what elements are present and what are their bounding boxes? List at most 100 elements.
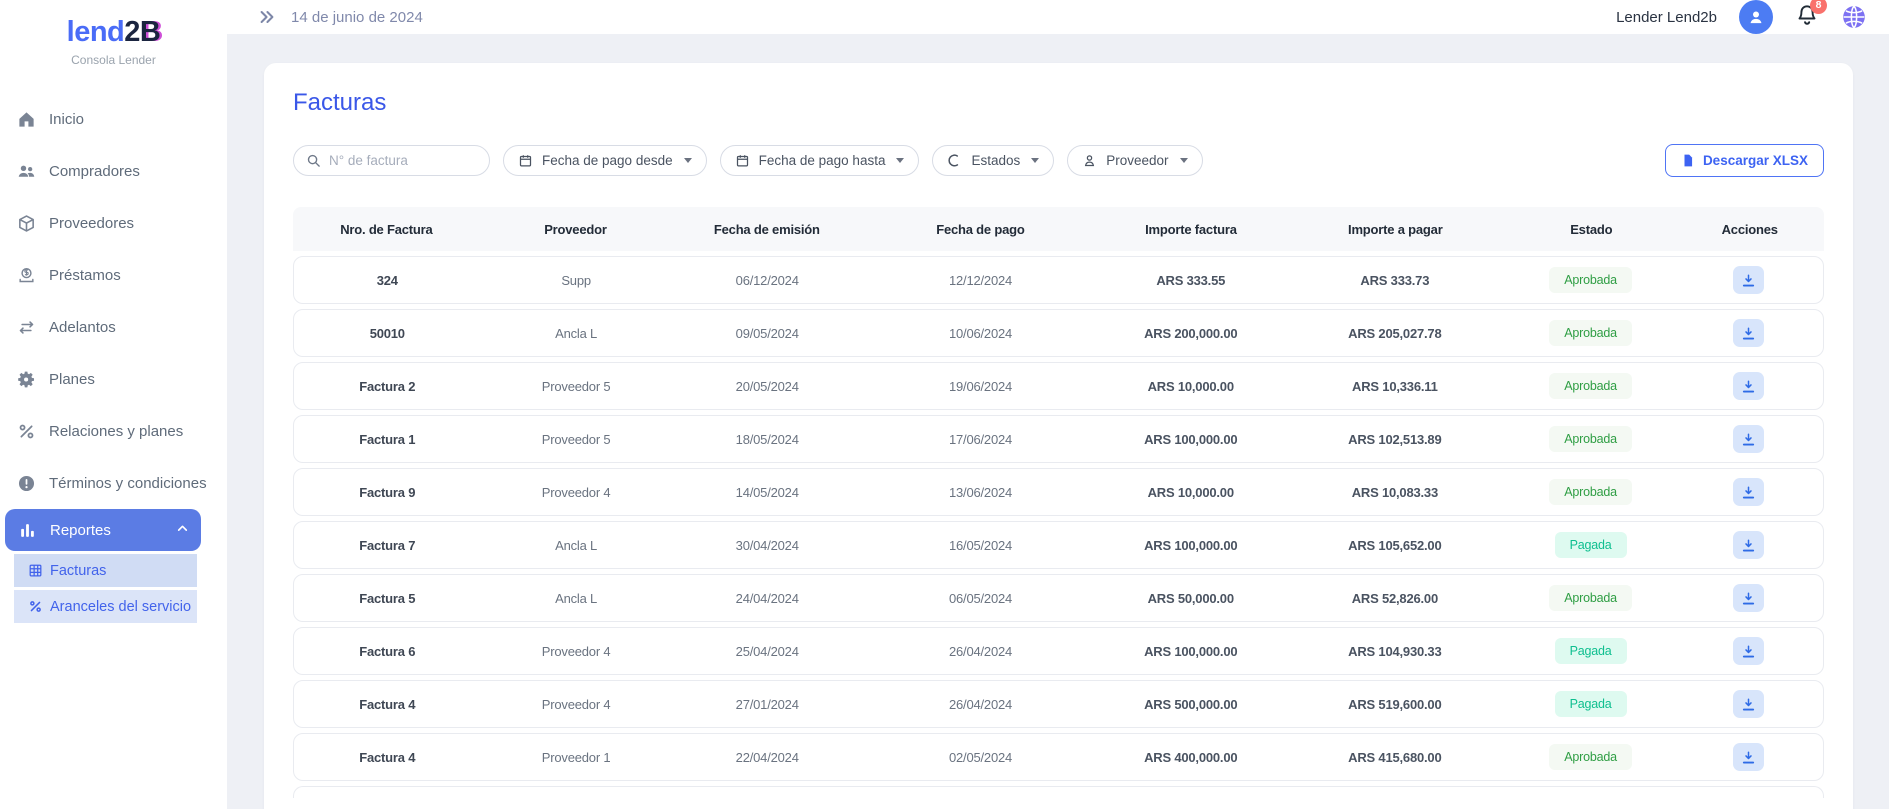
page-title: Facturas: [293, 89, 1824, 117]
current-date: 14 de junio de 2024: [291, 9, 423, 26]
cell-provider: Ancla L: [481, 591, 672, 606]
cell-invoice-number: Factura 5: [294, 591, 481, 606]
cell-provider: Proveedor 4: [481, 485, 672, 500]
download-icon: [1741, 432, 1756, 447]
table-row[interactable]: Factura 4 Proveedor 4 27/01/2024 26/04/2…: [293, 680, 1824, 728]
brand-subtitle: Consola Lender: [0, 53, 227, 67]
cell-provider: Proveedor 1: [481, 750, 672, 765]
plans-icon: [16, 369, 36, 389]
cell-invoice-number: Factura 9: [294, 485, 481, 500]
cell-pay-amount: ARS 102,513.89: [1283, 432, 1506, 447]
suppliers-icon: [16, 213, 36, 233]
user-name: Lender Lend2b: [1616, 9, 1717, 26]
filter-fecha-de-pago-desde[interactable]: Fecha de pago desde: [503, 145, 707, 176]
main-area: Facturas Fecha de pago desde: [227, 34, 1889, 809]
status-badge: Aprobada: [1549, 585, 1632, 611]
sidebar-item-t-rminos-y-condiciones[interactable]: Términos y condiciones: [0, 457, 227, 509]
download-row-button[interactable]: [1733, 743, 1764, 771]
sidebar-item-compradores[interactable]: Compradores: [0, 145, 227, 197]
cell-issue-date: 20/05/2024: [672, 379, 863, 394]
status-circle-icon: [947, 153, 962, 168]
download-row-button[interactable]: [1733, 319, 1764, 347]
buyers-icon: [16, 161, 36, 181]
column-header-1: Nro. de Factura: [293, 222, 480, 237]
column-header-2: Proveedor: [480, 222, 671, 237]
file-icon: [1681, 153, 1695, 168]
download-row-button[interactable]: [1733, 531, 1764, 559]
table-row[interactable]: Factura 5 Ancla L 24/04/2024 06/05/2024 …: [293, 574, 1824, 622]
brand-logo: lend2B Consola Lender: [0, 12, 227, 67]
cell-invoice-amount: ARS 100,000.00: [1098, 432, 1283, 447]
download-row-button[interactable]: [1733, 266, 1764, 294]
search-input[interactable]: [329, 153, 477, 168]
filter-fecha-de-pago-hasta[interactable]: Fecha de pago hasta: [720, 145, 920, 176]
download-row-button[interactable]: [1733, 637, 1764, 665]
filter-proveedor[interactable]: Proveedor: [1067, 145, 1202, 176]
table-row[interactable]: Factura 4 Proveedor 1 22/04/2024 02/05/2…: [293, 733, 1824, 781]
status-badge: Pagada: [1555, 638, 1627, 664]
table-row[interactable]: Factura 6 Proveedor 4 25/04/2024 26/04/2…: [293, 627, 1824, 675]
download-row-button[interactable]: [1733, 372, 1764, 400]
table-row[interactable]: Factura 9 Proveedor 4 14/05/2024 13/06/2…: [293, 468, 1824, 516]
cell-pay-amount: ARS 333.73: [1283, 273, 1506, 288]
download-row-button[interactable]: [1733, 425, 1764, 453]
invoice-search[interactable]: [293, 145, 490, 176]
sidebar-item-reportes[interactable]: Reportes: [5, 509, 201, 551]
sidebar-item-proveedores[interactable]: Proveedores: [0, 197, 227, 249]
cell-issue-date: 27/01/2024: [672, 697, 863, 712]
table-row[interactable]: 50010 Ancla L 09/05/2024 10/06/2024 ARS …: [293, 309, 1824, 357]
cell-issue-date: 24/04/2024: [672, 591, 863, 606]
filters-bar: Fecha de pago desde Fecha de pago hasta: [293, 144, 1824, 177]
terms-icon: [16, 473, 36, 493]
download-row-button[interactable]: [1733, 478, 1764, 506]
language-button[interactable]: [1841, 4, 1867, 30]
column-header-7: Estado: [1507, 222, 1675, 237]
cell-pay-date: 06/05/2024: [863, 591, 1098, 606]
user-avatar[interactable]: [1739, 0, 1773, 34]
cell-provider: Supp: [481, 273, 672, 288]
caret-down-icon: [1180, 158, 1188, 163]
download-row-button[interactable]: [1733, 584, 1764, 612]
download-row-button[interactable]: [1733, 690, 1764, 718]
cell-invoice-number: Factura 1: [294, 432, 481, 447]
cell-invoice-number: 324: [294, 273, 481, 288]
sidebar-item-planes[interactable]: Planes: [0, 353, 227, 405]
notification-badge: 8: [1810, 0, 1827, 14]
notifications-button[interactable]: 8: [1795, 3, 1819, 32]
cell-issue-date: 14/05/2024: [672, 485, 863, 500]
invoices-table: Nro. de FacturaProveedorFecha de emisión…: [293, 207, 1824, 798]
table-row[interactable]: Factura 2 Proveedor 5 20/05/2024 19/06/2…: [293, 362, 1824, 410]
cell-invoice-number: Factura 2: [294, 379, 481, 394]
table-row[interactable]: Factura 1 Proveedor 5 18/05/2024 17/06/2…: [293, 415, 1824, 463]
sidebar-subitem-facturas[interactable]: Facturas: [14, 554, 197, 587]
sidebar-item-inicio[interactable]: Inicio: [0, 93, 227, 145]
cell-invoice-number: Factura 4: [294, 697, 481, 712]
user-icon: [1082, 153, 1097, 168]
table-row[interactable]: 324 Supp 06/12/2024 12/12/2024 ARS 333.5…: [293, 256, 1824, 304]
logo-text: lend2B: [0, 16, 227, 49]
sidebar-item-adelantos[interactable]: Adelantos: [0, 301, 227, 353]
loans-icon: [16, 265, 36, 285]
cell-invoice-amount: ARS 10,000.00: [1098, 379, 1283, 394]
sidebar-nav: Inicio Compradores Proveedores Préstamos: [0, 93, 227, 623]
double-chevron-right-icon[interactable]: [257, 7, 277, 27]
column-header-6: Importe a pagar: [1284, 222, 1508, 237]
caret-down-icon: [1031, 158, 1039, 163]
sidebar-item-pr-stamos[interactable]: Préstamos: [0, 249, 227, 301]
download-xlsx-button[interactable]: Descargar XLSX: [1665, 144, 1824, 177]
filter-estados[interactable]: Estados: [932, 145, 1054, 176]
caret-down-icon: [684, 158, 692, 163]
sidebar-item-relaciones-y-planes[interactable]: Relaciones y planes: [0, 405, 227, 457]
sidebar-subitem-aranceles-del-servicio[interactable]: Aranceles del servicio: [14, 590, 197, 623]
reports-icon: [17, 520, 37, 540]
cell-pay-date: 19/06/2024: [863, 379, 1098, 394]
cell-issue-date: 06/12/2024: [672, 273, 863, 288]
column-header-5: Importe factura: [1098, 222, 1283, 237]
cell-issue-date: 25/04/2024: [672, 644, 863, 659]
caret-down-icon: [896, 158, 904, 163]
table-row[interactable]: Factura 7 Ancla L 30/04/2024 16/05/2024 …: [293, 521, 1824, 569]
cell-pay-date: 17/06/2024: [863, 432, 1098, 447]
status-badge: Aprobada: [1549, 320, 1632, 346]
sidebar: lend2B Consola Lender Inicio Compradores…: [0, 0, 227, 809]
cell-issue-date: 18/05/2024: [672, 432, 863, 447]
